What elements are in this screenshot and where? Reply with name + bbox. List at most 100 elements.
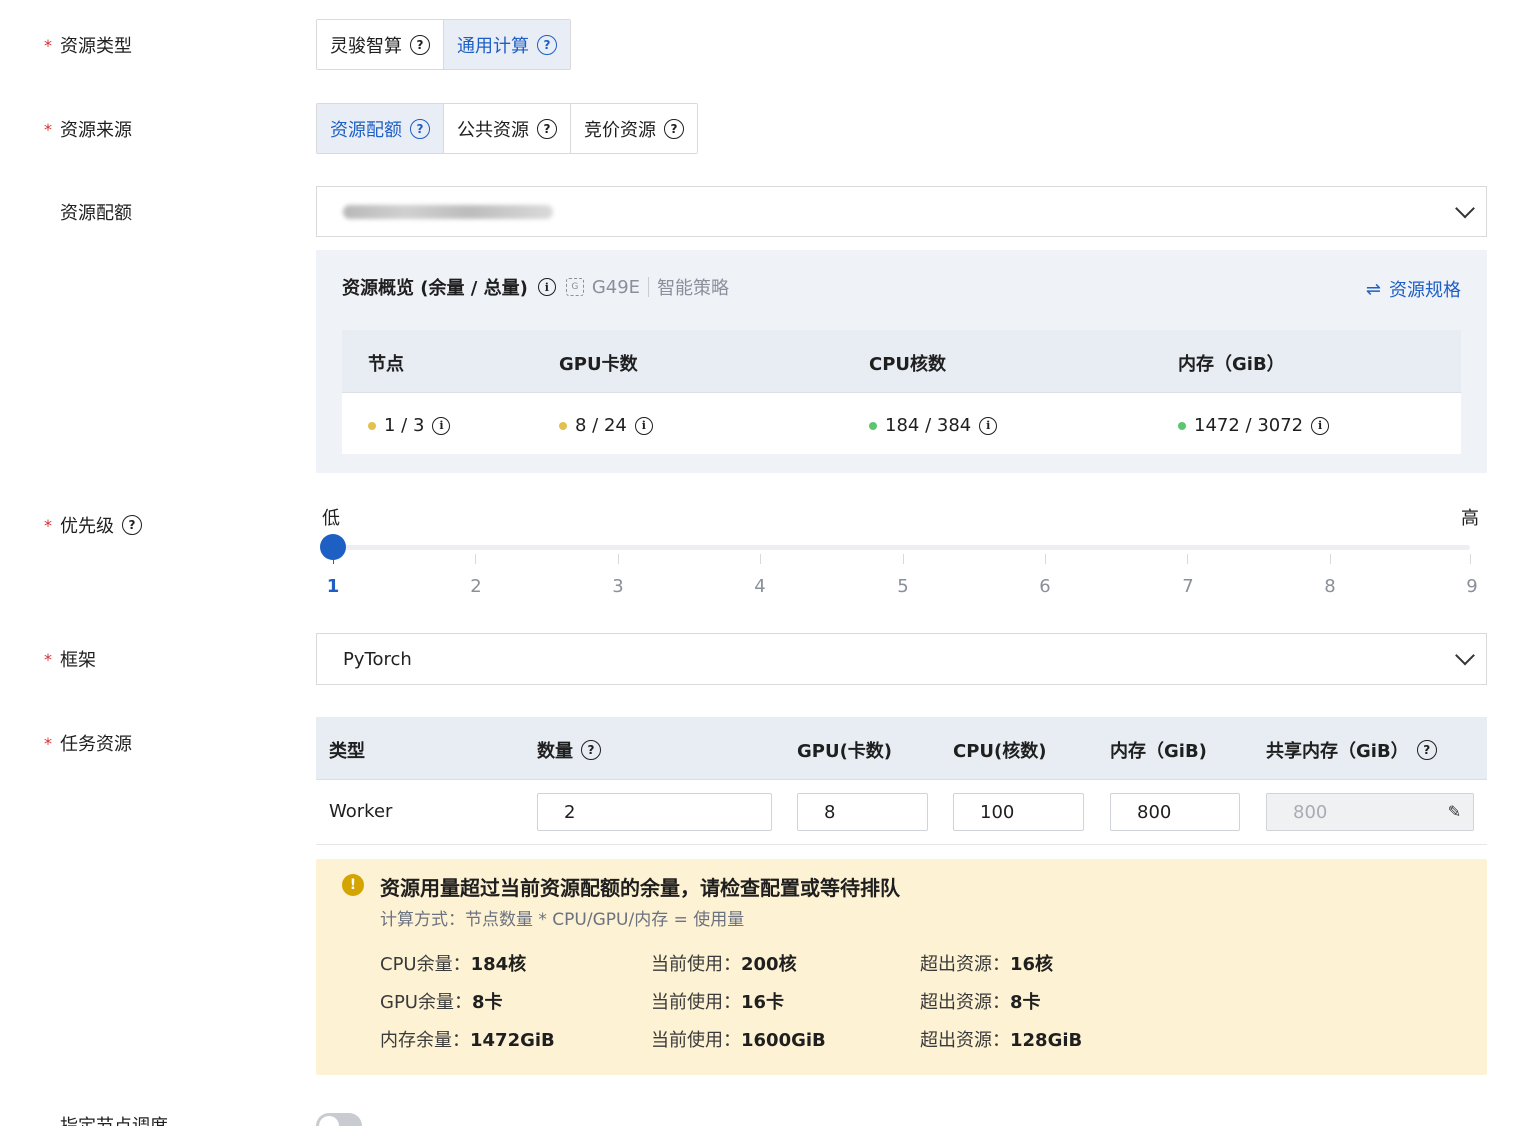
resource-source-option-spot[interactable]: 竞价资源 ?	[571, 104, 697, 153]
header-gpu: GPU卡数	[559, 354, 638, 375]
gpu-over: 超出资源：8卡	[920, 992, 1041, 1013]
slider-tick	[475, 554, 476, 564]
memory-used: 当前使用：1600GiB	[651, 1030, 826, 1051]
status-dot	[368, 421, 376, 430]
priority-high-label: 高	[1461, 508, 1479, 529]
resource-spec-link[interactable]: ⇌ 资源规格	[1366, 276, 1461, 302]
overview-meta: G G49E 智能策略	[565, 274, 729, 300]
resource-type-option-lingjun[interactable]: 灵骏智算 ?	[317, 20, 444, 69]
header-gpu: GPU(卡数)	[797, 741, 893, 762]
overview-title: 资源概览 (余量 / 总量) i G G49E 智能策略	[342, 274, 729, 300]
header-shared-memory: 共享内存（GiB） ?	[1266, 737, 1437, 763]
info-icon[interactable]: i	[432, 416, 451, 435]
overview-table-header: 节点 GPU卡数 CPU核数 内存（GiB）	[342, 330, 1461, 393]
help-icon[interactable]: ?	[122, 515, 142, 535]
divider	[648, 277, 650, 297]
memory-remain: 内存余量：1472GiB	[380, 1030, 555, 1051]
header-nodes: 节点	[368, 354, 404, 375]
status-dot	[1178, 421, 1186, 430]
quota-exceeded-alert: ! 资源用量超过当前资源配额的余量，请检查配置或等待排队 计算方式：节点数量 *…	[316, 859, 1487, 1075]
required-mark: *	[44, 733, 52, 753]
framework-label: * 框架	[44, 649, 96, 672]
task-resource-table-header: 类型 数量 ? GPU(卡数) CPU(核数) 内存（GiB) 共享内存（GiB…	[316, 717, 1487, 780]
slider-tick	[1045, 554, 1046, 564]
gpu-used: 当前使用：16卡	[651, 992, 785, 1013]
slider-tick-label[interactable]: 1	[327, 576, 340, 597]
resource-quota-label: * 资源配额	[60, 203, 132, 224]
resource-type-label: * 资源类型	[44, 35, 132, 58]
gpu-input[interactable]: 8	[797, 793, 928, 831]
help-icon[interactable]: ?	[537, 34, 557, 55]
slider-tick	[1187, 554, 1188, 564]
chevron-down-icon	[1455, 645, 1475, 666]
slider-tick	[760, 554, 761, 564]
header-cpu: CPU核数	[869, 354, 947, 375]
overview-nodes-value: 1 / 3 i	[368, 415, 451, 436]
slider-tick	[1470, 554, 1471, 564]
priority-label: * 优先级 ?	[44, 513, 142, 537]
alert-title: 资源用量超过当前资源配额的余量，请检查配置或等待排队	[380, 876, 900, 900]
help-icon[interactable]: ?	[537, 118, 557, 139]
memory-over: 超出资源：128GiB	[920, 1030, 1083, 1051]
chevron-down-icon	[1455, 198, 1475, 218]
resource-source-option-public[interactable]: 公共资源 ?	[444, 104, 571, 153]
warning-icon: !	[342, 874, 364, 896]
header-memory: 内存（GiB）	[1178, 354, 1285, 375]
info-icon[interactable]: i	[1311, 416, 1330, 435]
slider-tick-label[interactable]: 5	[897, 576, 908, 597]
count-input[interactable]: 2	[537, 793, 772, 831]
required-mark: *	[44, 649, 52, 669]
slider-tick-label[interactable]: 7	[1182, 576, 1193, 597]
info-icon[interactable]: i	[979, 416, 998, 435]
help-icon[interactable]: ?	[1416, 740, 1437, 760]
help-icon[interactable]: ?	[664, 118, 684, 139]
resource-source-label: * 资源来源	[44, 119, 132, 142]
edit-icon[interactable]: ✎	[1448, 802, 1461, 821]
info-icon[interactable]: i	[634, 416, 653, 435]
overview-memory-value: 1472 / 3072 i	[1178, 415, 1330, 436]
help-icon[interactable]: ?	[581, 740, 601, 760]
overview-gpu-value: 8 / 24 i	[559, 415, 653, 436]
memory-input[interactable]: 800	[1110, 793, 1240, 831]
alert-formula: 计算方式：节点数量 * CPU/GPU/内存 = 使用量	[380, 910, 745, 930]
info-icon[interactable]: i	[537, 278, 556, 296]
shared-memory-input[interactable]: 800 ✎	[1266, 793, 1474, 831]
resource-type-option-general[interactable]: 通用计算 ?	[444, 20, 570, 69]
status-dot	[559, 421, 567, 430]
slider-tick-label[interactable]: 4	[754, 576, 765, 597]
resource-type-segmented: 灵骏智算 ? 通用计算 ?	[316, 19, 571, 70]
row-type: Worker	[329, 801, 393, 822]
slider-tick-label[interactable]: 2	[470, 576, 481, 597]
help-icon[interactable]: ?	[410, 34, 430, 55]
resource-source-segmented: 资源配额 ? 公共资源 ? 竞价资源 ?	[316, 103, 698, 154]
cpu-remain: CPU余量：184核	[380, 954, 527, 975]
resource-source-option-quota[interactable]: 资源配额 ?	[317, 104, 444, 153]
help-icon[interactable]: ?	[410, 118, 430, 139]
priority-slider-track[interactable]	[332, 545, 1470, 550]
header-type: 类型	[329, 741, 365, 762]
cpu-input[interactable]: 100	[953, 793, 1084, 831]
node-schedule-label: * 指定节点调度	[44, 1113, 168, 1126]
required-mark: *	[44, 35, 52, 55]
slider-tick-label[interactable]: 8	[1324, 576, 1335, 597]
slider-tick-label[interactable]: 6	[1039, 576, 1050, 597]
node-schedule-toggle[interactable]	[316, 1113, 362, 1126]
slider-tick	[333, 554, 334, 564]
task-resource-label: * 任务资源	[44, 733, 132, 756]
resource-quota-select[interactable]	[316, 186, 1487, 237]
redacted-quota-name	[343, 204, 553, 219]
slider-tick	[903, 554, 904, 564]
switch-arrows-icon: ⇌	[1365, 278, 1381, 300]
slider-tick	[1330, 554, 1331, 564]
required-mark: *	[44, 119, 52, 139]
overview-table: 节点 GPU卡数 CPU核数 内存（GiB） 1 / 3 i 8 / 24 i …	[342, 330, 1461, 454]
slider-tick-label[interactable]: 9	[1466, 576, 1477, 597]
slider-tick	[618, 554, 619, 564]
header-memory: 内存（GiB)	[1110, 741, 1207, 762]
overview-cpu-value: 184 / 384 i	[869, 415, 998, 436]
slider-tick-label[interactable]: 3	[612, 576, 623, 597]
resource-overview-panel: 资源概览 (余量 / 总量) i G G49E 智能策略 ⇌ 资源规格 节点 G…	[316, 250, 1487, 473]
framework-select[interactable]: PyTorch	[316, 633, 1487, 685]
gpu-remain: GPU余量：8卡	[380, 992, 503, 1013]
cpu-over: 超出资源：16核	[920, 954, 1054, 975]
